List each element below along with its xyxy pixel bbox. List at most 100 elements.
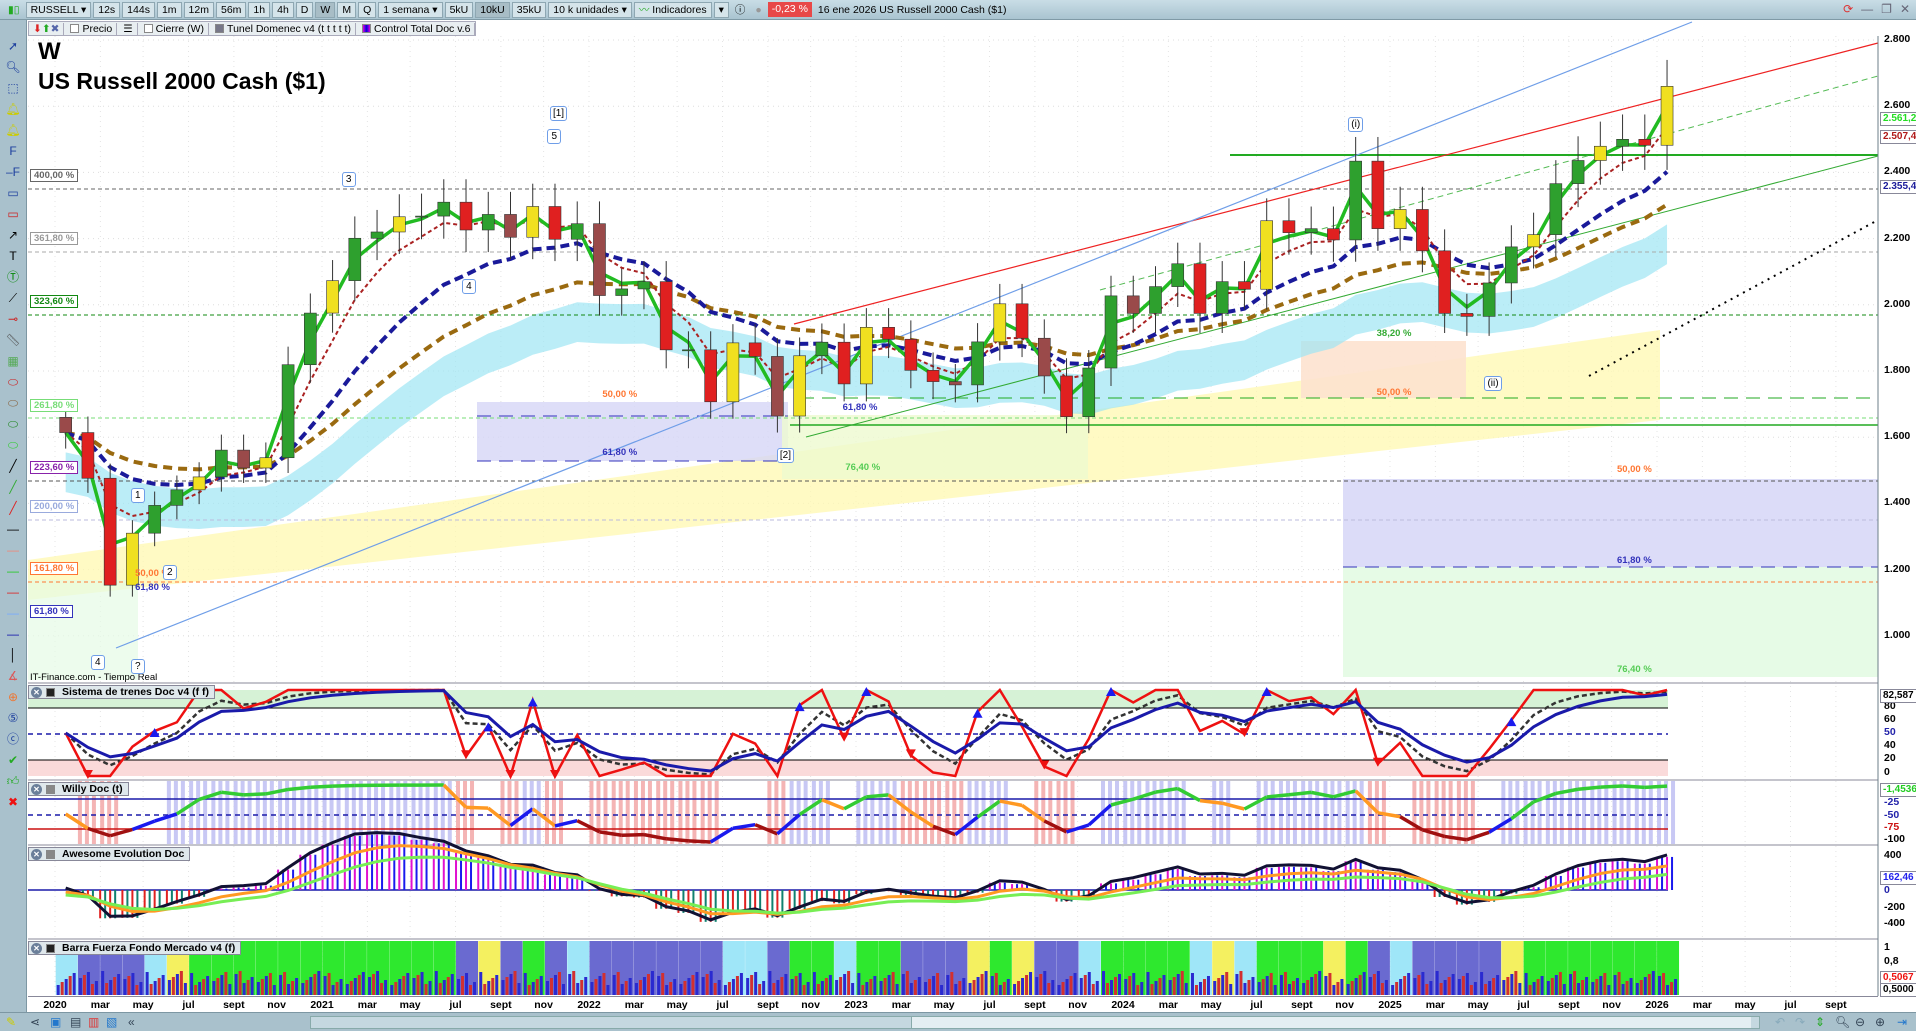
fuerza-bar bbox=[1372, 974, 1376, 995]
scroll-end-icon[interactable]: ⇥ bbox=[1897, 1015, 1907, 1029]
close-panel-icon[interactable]: ✕ bbox=[31, 848, 42, 860]
fuerza-bar bbox=[1269, 973, 1273, 995]
fuerza-bar bbox=[183, 983, 187, 995]
willy-segment bbox=[243, 792, 266, 797]
chart-title: W US Russell 2000 Cash ($1) bbox=[38, 38, 326, 95]
candle-body bbox=[415, 215, 428, 218]
fuerza-bar bbox=[1318, 971, 1322, 995]
auto-scale-icon[interactable]: ⇕ bbox=[1815, 1015, 1825, 1029]
close-panel-icon[interactable]: ✕ bbox=[31, 783, 42, 795]
fuerza-bar bbox=[1473, 982, 1477, 995]
willy-bar bbox=[736, 781, 741, 844]
willy-segment bbox=[1488, 817, 1513, 834]
fuerza-bar bbox=[928, 979, 932, 995]
time-label: may bbox=[1200, 999, 1222, 1011]
fuerza-bar bbox=[238, 971, 242, 995]
panel-header-awesome[interactable]: ✕ Awesome Evolution Doc bbox=[28, 847, 191, 861]
fuerza-bar bbox=[161, 975, 165, 995]
panel-header-fuerza[interactable]: ✕ Barra Fuerza Fondo Mercado v4 (f) bbox=[28, 941, 242, 955]
fuerza-bar bbox=[1106, 983, 1110, 995]
fuerza-bar bbox=[1647, 974, 1651, 995]
fuerza-bar bbox=[171, 977, 175, 995]
fuerza-bar bbox=[420, 972, 424, 995]
willy-bar bbox=[967, 781, 972, 844]
time-label: jul bbox=[1250, 999, 1263, 1011]
fuerza-bar bbox=[802, 985, 806, 995]
willy-bar bbox=[959, 781, 964, 844]
redo-icon[interactable]: ↷ bbox=[1795, 1015, 1805, 1029]
zoom-out-icon[interactable]: ⊖ bbox=[1855, 1015, 1865, 1029]
candle-body bbox=[1171, 263, 1185, 287]
willy-segment bbox=[1622, 784, 1645, 790]
willy-bar bbox=[1448, 781, 1453, 844]
willy-segment bbox=[332, 783, 355, 788]
willy-bar bbox=[1648, 781, 1653, 844]
fuerza-bar bbox=[495, 975, 499, 995]
panel-header-sistema[interactable]: ✕ Sistema de trenes Doc v4 (f f) bbox=[28, 685, 216, 699]
fuerza-bar bbox=[345, 984, 349, 995]
willy-segment bbox=[1310, 790, 1334, 799]
willy-bar bbox=[336, 781, 341, 844]
zoom-fit-icon[interactable]: 🔍︎ bbox=[1835, 1015, 1850, 1029]
share-icon[interactable]: ⋖ bbox=[30, 1015, 40, 1029]
report-icon[interactable]: ▤ bbox=[70, 1015, 81, 1029]
close-panel-icon[interactable]: ✕ bbox=[31, 686, 42, 698]
candle-body bbox=[704, 349, 717, 403]
candle-body bbox=[615, 288, 629, 296]
chart-canvas[interactable] bbox=[0, 0, 1916, 1031]
candle-body bbox=[1037, 337, 1051, 377]
fuerza-bar bbox=[90, 984, 94, 995]
candle-body bbox=[1638, 139, 1652, 146]
pencil-icon[interactable]: ✎ bbox=[6, 1015, 16, 1029]
fuerza-bar bbox=[1666, 985, 1670, 995]
willy-bar bbox=[729, 781, 734, 844]
fuerza-bar bbox=[198, 982, 202, 995]
chat-icon[interactable]: ▣ bbox=[50, 1015, 61, 1029]
fuerza-bar bbox=[1346, 984, 1350, 995]
willy-bar bbox=[1397, 781, 1402, 844]
fuerza-bar bbox=[616, 972, 620, 995]
willy-segment bbox=[1510, 800, 1535, 821]
fuerza-bar bbox=[954, 984, 958, 995]
window-icon[interactable]: ▧ bbox=[106, 1015, 117, 1029]
fuerza-bar bbox=[1643, 977, 1647, 995]
fuerza-bar bbox=[1536, 979, 1540, 995]
fuerza-bar bbox=[1114, 977, 1118, 995]
compare-icon[interactable]: ▥ bbox=[88, 1015, 99, 1029]
fib-level-label: 200,00 % bbox=[30, 500, 79, 513]
axis-tick: -75 bbox=[1884, 821, 1900, 833]
willy-bar bbox=[500, 781, 505, 844]
willy-bar bbox=[225, 781, 230, 844]
collapse-left-icon[interactable]: « bbox=[128, 1015, 135, 1029]
fuerza-bar bbox=[1251, 977, 1255, 995]
willy-bar bbox=[478, 781, 483, 844]
fuerza-bar bbox=[1635, 983, 1639, 995]
time-label: nov bbox=[1602, 999, 1621, 1011]
close-panel-icon[interactable]: ✕ bbox=[31, 942, 42, 954]
fuerza-bar bbox=[1029, 972, 1033, 995]
price-tick: 2.400 bbox=[1884, 165, 1911, 178]
willy-bar bbox=[129, 781, 134, 844]
willy-bar bbox=[714, 781, 719, 844]
undo-icon[interactable]: ↶ bbox=[1775, 1015, 1785, 1029]
fuerza-bar bbox=[816, 984, 820, 995]
panel-header-willy[interactable]: ✕ Willy Doc (t) bbox=[28, 782, 129, 796]
fuerza-bar bbox=[750, 975, 754, 995]
fuerza-bar bbox=[1528, 985, 1532, 995]
willy-segment bbox=[221, 790, 244, 797]
fuerza-bar bbox=[549, 978, 553, 995]
willy-segment bbox=[131, 819, 156, 832]
zoom-in-icon[interactable]: ⊕ bbox=[1875, 1015, 1885, 1029]
willy-bar bbox=[789, 781, 794, 844]
scrollbar-thumb[interactable] bbox=[911, 1017, 1751, 1028]
fuerza-bar bbox=[72, 973, 76, 995]
fuerza-bar bbox=[479, 972, 483, 995]
color-swatch-icon bbox=[46, 943, 55, 953]
fuerza-bar bbox=[175, 974, 179, 995]
fuerza-bar bbox=[1302, 983, 1306, 995]
fuerza-bar bbox=[994, 973, 998, 995]
time-label: mar bbox=[891, 999, 912, 1011]
horizontal-scrollbar[interactable] bbox=[310, 1016, 1760, 1029]
green-fib-box bbox=[1343, 567, 1878, 677]
willy-bar bbox=[996, 781, 1001, 844]
